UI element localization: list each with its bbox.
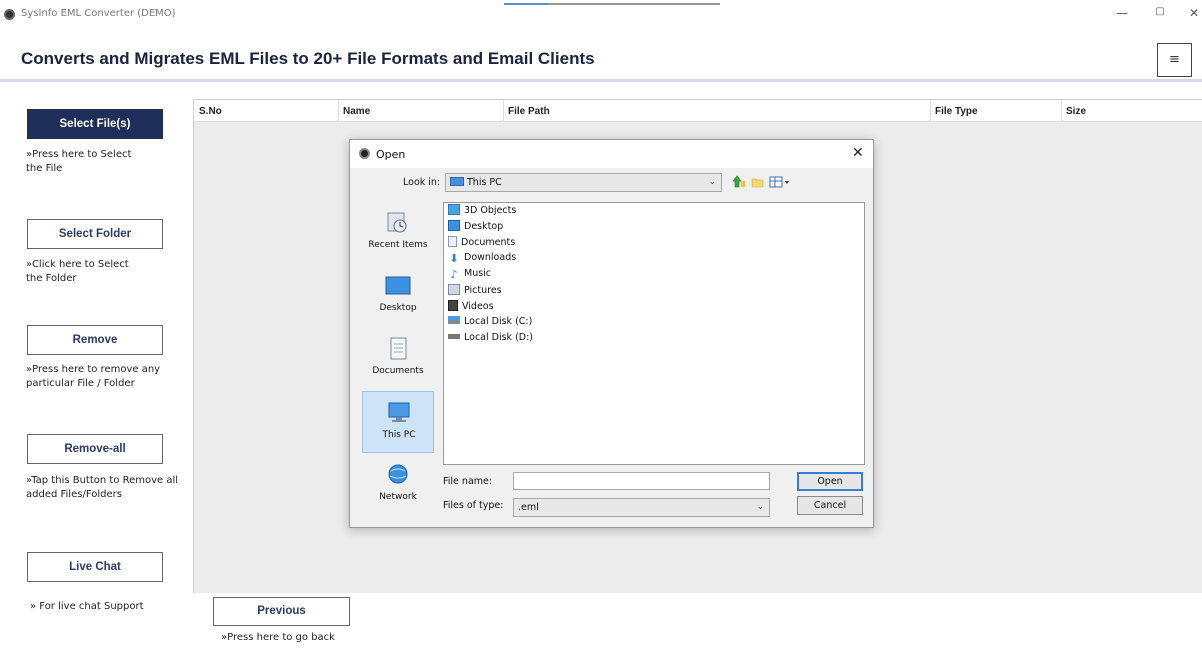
recent-items-icon [387,212,407,233]
place-this-pc[interactable]: This PC [362,391,434,453]
open-file-dialog: Open ✕ Look in: This PC ⌄ Recent Items D… [349,139,874,528]
page-title: Converts and Migrates EML Files to 20+ F… [21,49,595,68]
select-files-button[interactable]: Select File(s) [27,109,163,139]
list-item-local-disk-c[interactable]: Local Disk (C:) [448,316,532,332]
maximize-button[interactable]: ▢ [1151,6,1169,17]
close-button[interactable]: ✕ [1185,6,1202,20]
files-of-type-label: Files of type: [443,500,504,511]
list-item-pictures[interactable]: Pictures [448,284,502,300]
place-network[interactable]: Network [362,454,434,516]
dialog-title: Open [376,148,406,161]
look-in-label: Look in: [403,177,441,188]
select-files-hint: »Press here to Select the File [26,149,132,174]
window-title: SysInfo EML Converter (DEMO) [21,8,176,19]
network-icon [388,464,408,484]
dialog-close-button[interactable]: ✕ [852,145,864,161]
previous-hint: »Press here to go back [221,632,335,643]
app-header: Converts and Migrates EML Files to 20+ F… [0,32,1202,82]
up-one-level-icon[interactable] [732,175,746,189]
column-header-name[interactable]: Name [343,106,370,117]
music-note-icon: ♪ [450,268,458,281]
documents-folder-icon [448,236,457,247]
menu-icon: ≡ [1169,52,1180,67]
list-item-downloads[interactable]: ⬇ Downloads [448,252,516,268]
hamburger-menu-button[interactable]: ≡ [1157,43,1192,77]
pictures-icon [448,284,460,295]
list-item-videos[interactable]: Videos [448,300,494,316]
dialog-titlebar: Open ✕ [350,140,873,168]
view-menu-icon[interactable] [769,175,791,189]
list-item-3d-objects[interactable]: 3D Objects [448,204,516,220]
drive-c-icon [448,316,460,324]
column-header-size[interactable]: Size [1066,106,1086,117]
downloads-arrow-icon: ⬇ [449,252,459,265]
titlebar-progress-indicator [504,3,720,5]
folder-3d-objects-icon [448,204,460,215]
live-chat-button[interactable]: Live Chat [27,552,163,582]
live-chat-hint: » For live chat Support [30,601,144,612]
select-folder-hint: »Click here to Select the Folder [26,259,129,284]
files-of-type-select[interactable]: .eml ⌄ [513,498,770,517]
file-list[interactable]: 3D Objects Desktop Documents ⬇ Downloads … [443,202,865,465]
videos-film-icon [448,300,458,311]
minimize-button[interactable]: — [1113,6,1131,20]
list-item-local-disk-d[interactable]: Local Disk (D:) [448,332,533,348]
list-item-documents[interactable]: Documents [448,236,515,252]
documents-icon [390,337,407,360]
place-documents[interactable]: Documents [362,328,434,390]
list-item-music[interactable]: ♪ Music [448,268,491,284]
new-folder-icon[interactable] [751,175,765,189]
file-name-label: File name: [443,476,493,487]
previous-button[interactable]: Previous [213,597,350,626]
file-name-input[interactable] [513,472,770,490]
select-folder-button[interactable]: Select Folder [27,219,163,249]
open-button[interactable]: Open [797,472,863,491]
place-desktop[interactable]: Desktop [362,265,434,327]
cancel-button[interactable]: Cancel [797,496,863,515]
window-titlebar: SysInfo EML Converter (DEMO) — ▢ ✕ [0,0,1202,30]
files-of-type-value: .eml [518,502,539,513]
list-item-desktop[interactable]: Desktop [448,220,503,236]
column-header-sno[interactable]: S.No [199,106,222,117]
remove-button[interactable]: Remove [27,325,163,355]
remove-hint: »Press here to remove any particular Fil… [26,364,161,389]
dialog-app-icon [359,148,370,159]
column-header-file-path[interactable]: File Path [508,106,550,117]
chevron-down-icon: ⌄ [708,177,716,187]
look-in-select[interactable]: This PC ⌄ [445,173,722,192]
remove-all-button[interactable]: Remove-all [27,434,163,464]
look-in-value: This PC [467,177,502,188]
drive-d-icon [448,334,460,339]
computer-icon [450,177,464,186]
desktop-folder-icon [448,220,460,231]
chevron-down-icon: ⌄ [756,502,764,512]
place-recent-items[interactable]: Recent Items [362,202,434,264]
app-logo-icon [4,9,15,20]
desktop-icon [385,276,411,295]
column-header-file-type[interactable]: File Type [935,106,978,117]
this-pc-icon [388,402,410,422]
table-header: S.No Name File Path File Type Size [194,100,1202,122]
remove-all-hint: »Tap this Button to Remove all added Fil… [26,475,179,500]
places-bar: Recent Items Desktop Documents This PC N… [362,202,436,502]
